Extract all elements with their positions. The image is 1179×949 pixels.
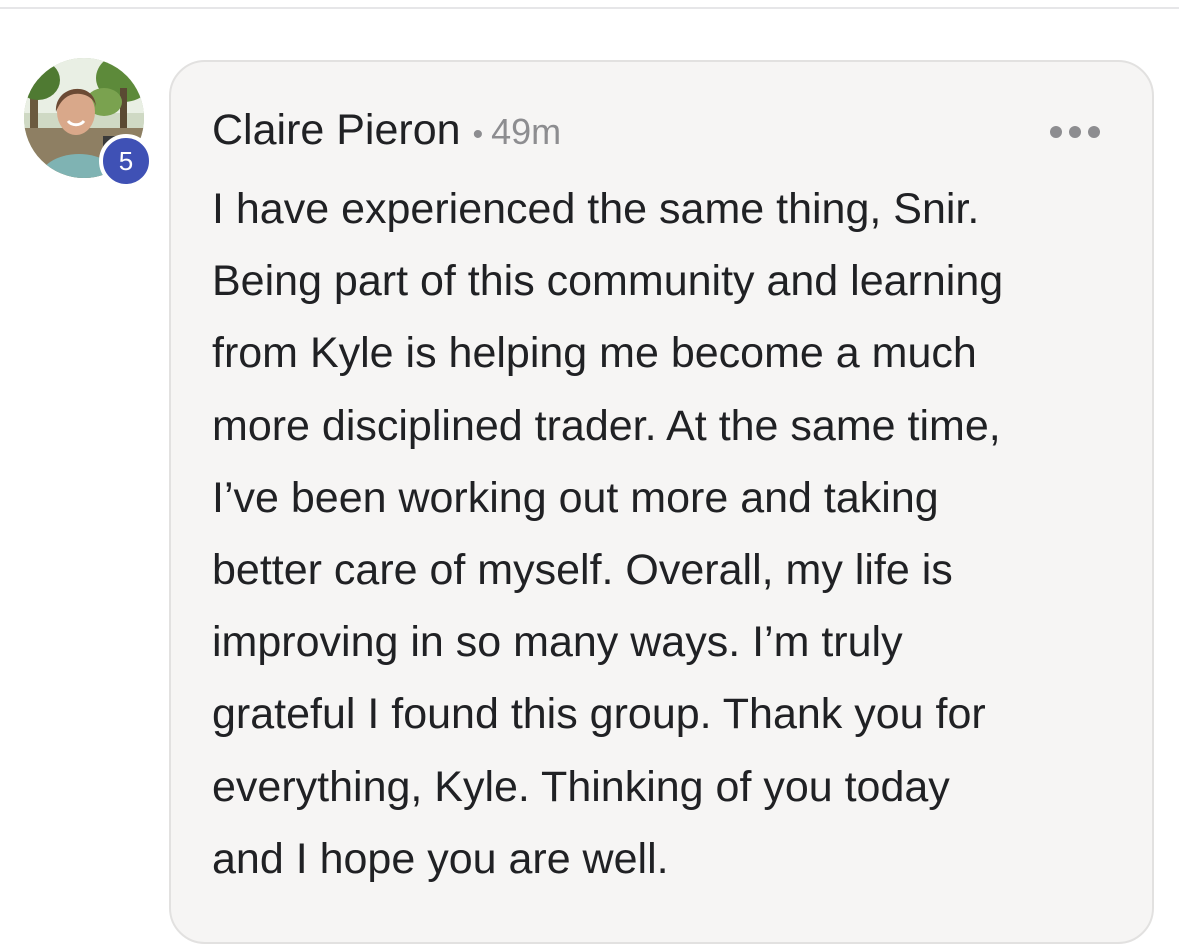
comment-card: Claire Pieron • 49m I have experienced t… (169, 60, 1154, 944)
more-options-icon-dot (1088, 126, 1100, 138)
author-name[interactable]: Claire Pieron (212, 106, 461, 155)
comment-body: I have experienced the same thing, Snir.… (212, 185, 1004, 883)
comment-timestamp[interactable]: 49m (491, 111, 561, 153)
more-options-icon-dot (1069, 126, 1081, 138)
separator-dot: • (472, 118, 484, 151)
more-options-button[interactable] (1050, 122, 1100, 142)
more-options-icon (1050, 126, 1062, 138)
level-badge: 5 (99, 134, 153, 188)
comment-header: Claire Pieron • 49m (212, 106, 561, 158)
top-divider (0, 7, 1179, 9)
author-avatar[interactable]: 5 (24, 58, 153, 188)
